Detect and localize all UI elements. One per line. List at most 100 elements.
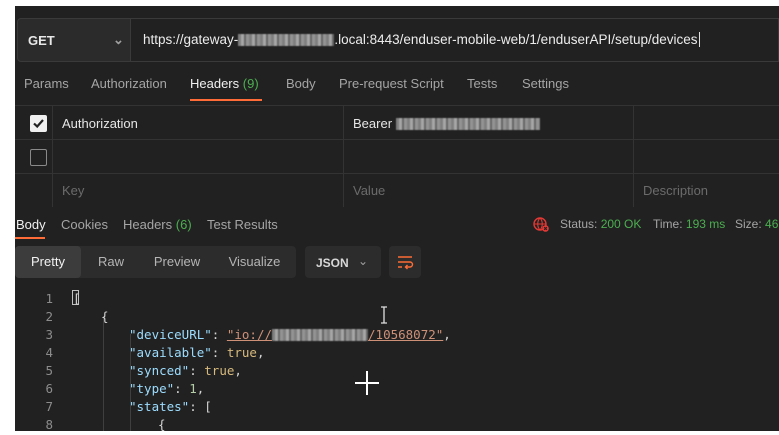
status-value[interactable]: 200 OK — [601, 217, 642, 231]
view-pretty-button[interactable]: Pretty — [15, 246, 81, 278]
wrap-lines-icon — [398, 256, 414, 270]
json-value-prefix: "io:// — [226, 327, 273, 342]
key-placeholder[interactable]: Key — [62, 183, 84, 198]
response-view-toolbar: Pretty Raw Preview Visualize JSON ⌄ — [15, 246, 779, 278]
response-tabs: Body Cookies Headers (6) Test Results St… — [15, 208, 779, 239]
code-line: { — [158, 417, 166, 431]
tab-settings[interactable]: Settings — [522, 76, 569, 91]
tab-authorization[interactable]: Authorization — [91, 76, 167, 91]
code-line: "available": true, — [129, 345, 265, 360]
table-row — [15, 139, 779, 173]
tab-params[interactable]: Params — [24, 76, 69, 91]
indent-guide — [103, 316, 104, 431]
redacted-token — [395, 118, 540, 130]
time-label: Time: — [653, 217, 683, 231]
line-number: 8 — [45, 417, 53, 431]
view-preview-button[interactable]: Preview — [141, 246, 213, 278]
url-prefix: https://gateway- — [143, 32, 239, 47]
json-key: "synced" — [129, 363, 190, 378]
code-line: { — [101, 309, 109, 324]
method-label: GET — [28, 33, 55, 48]
url-suffix: .local:8443/enduser-mobile-web/1/enduser… — [334, 32, 698, 47]
code-line: "type": 1, — [129, 381, 205, 396]
json-value-suffix: /10568072" — [368, 327, 444, 342]
tab-headers-count: (9) — [242, 76, 259, 91]
tab-cookies[interactable]: Cookies — [61, 217, 108, 232]
response-time: Time: 193 ms — [653, 217, 725, 231]
format-select[interactable]: JSON ⌄ — [305, 246, 381, 278]
json-key: "type" — [129, 381, 175, 396]
tab-pre-request-script[interactable]: Pre-request Script — [339, 76, 444, 91]
format-label: JSON — [316, 256, 349, 270]
code-line: [ — [73, 291, 81, 306]
json-comma: , — [196, 381, 205, 396]
tab-headers-label: Headers — [190, 76, 240, 91]
url-input[interactable]: https://gateway- .local:8443/enduser-mobi… — [131, 18, 779, 62]
header-value-prefix: Bearer — [353, 116, 393, 131]
json-comma: , — [234, 363, 242, 378]
tab-test-results[interactable]: Test Results — [207, 217, 278, 232]
response-body-editor[interactable]: 1 [ 2 { 3 "deviceURL": "io:///10568072",… — [15, 288, 779, 431]
time-value[interactable]: 193 ms — [686, 217, 725, 231]
tab-response-headers-label: Headers — [123, 217, 173, 232]
tab-body[interactable]: Body — [286, 76, 316, 91]
chevron-down-icon: ⌄ — [358, 254, 369, 268]
tab-response-headers[interactable]: Headers (6) — [123, 217, 192, 232]
postman-window: GET ⌄ https://gateway- .local:8443/enduse… — [15, 6, 779, 431]
headers-table: Authorization Bearer Key Value Descripti… — [15, 105, 779, 207]
method-select[interactable]: GET ⌄ — [17, 18, 131, 62]
line-number: 7 — [45, 399, 53, 414]
tab-response-body[interactable]: Body — [16, 217, 46, 232]
json-array-open: [ — [204, 399, 212, 414]
line-number: 6 — [45, 381, 53, 396]
json-key: "states" — [129, 399, 190, 414]
active-tab-indicator — [190, 99, 262, 101]
status-label: Status: — [560, 217, 598, 231]
response-status: Status: 200 OK — [560, 217, 641, 231]
line-number: 3 — [45, 327, 53, 342]
json-comma: , — [256, 345, 265, 360]
table-row: Authorization Bearer — [15, 105, 779, 139]
size-value[interactable]: 46 — [765, 217, 778, 231]
tab-headers[interactable]: Headers (9) — [190, 76, 259, 91]
active-tab-indicator — [15, 237, 45, 239]
view-raw-button[interactable]: Raw — [81, 246, 141, 278]
json-bool-value: true — [226, 345, 257, 360]
line-number: 4 — [45, 345, 53, 360]
header-key[interactable]: Authorization — [62, 116, 138, 131]
checkmark-icon — [33, 119, 44, 129]
redacted-host — [238, 34, 335, 46]
json-key: "deviceURL" — [129, 327, 212, 342]
tab-tests[interactable]: Tests — [467, 76, 497, 91]
chevron-down-icon: ⌄ — [113, 32, 124, 47]
wrap-lines-button[interactable] — [389, 246, 421, 278]
row-checkbox[interactable] — [30, 149, 47, 166]
code-line: "deviceURL": "io:///10568072", — [129, 327, 451, 342]
line-number: 1 — [45, 291, 53, 306]
description-placeholder[interactable]: Description — [643, 183, 708, 198]
redacted-device-host — [272, 329, 369, 341]
json-number-value: 1 — [189, 381, 197, 396]
row-checkbox[interactable] — [30, 115, 47, 132]
globe-error-icon[interactable] — [533, 216, 549, 232]
code-line: "synced": true, — [129, 363, 242, 378]
value-placeholder[interactable]: Value — [353, 183, 385, 198]
crosshair-cursor-icon — [355, 371, 379, 395]
line-number: 5 — [45, 363, 53, 378]
text-caret — [698, 32, 700, 47]
response-size: Size: 46 — [735, 217, 778, 231]
text-cursor-icon — [381, 306, 387, 324]
json-link-value[interactable]: "io:// /10568072" — [227, 327, 443, 342]
header-value[interactable]: Bearer — [353, 116, 540, 131]
request-tabs: Params Authorization Headers (9) Body Pr… — [15, 68, 779, 104]
code-line: "states": [ — [129, 399, 212, 414]
tab-response-headers-count: (6) — [175, 217, 192, 232]
view-mode-group: Pretty Raw Preview Visualize — [15, 246, 296, 278]
line-number: 2 — [45, 309, 53, 324]
size-label: Size: — [735, 217, 762, 231]
json-bool-value: true — [204, 363, 235, 378]
table-row-new: Key Value Description — [15, 173, 779, 207]
json-key: "available" — [129, 345, 212, 360]
json-comma: , — [443, 327, 451, 342]
view-visualize-button[interactable]: Visualize — [213, 246, 296, 278]
